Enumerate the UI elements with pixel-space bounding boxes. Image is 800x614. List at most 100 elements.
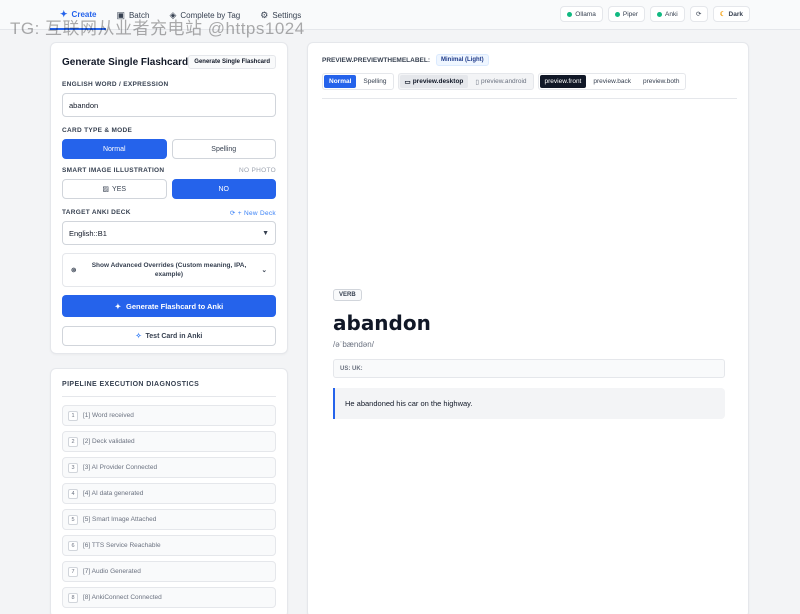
generate-single-header-button[interactable]: Generate Single Flashcard — [188, 55, 276, 69]
preview-theme-row: PREVIEW.PREVIEWTHEMELABEL: Minimal (Ligh… — [322, 53, 734, 67]
audio-row[interactable]: US: UK: — [333, 359, 725, 378]
tag-icon: ◈ — [169, 9, 177, 20]
image-status-meta: NO PHOTO — [239, 167, 276, 174]
status-ollama[interactable]: Ollama — [560, 6, 603, 22]
diagnostic-step: 5 [5] Smart Image Attached — [62, 509, 276, 530]
card-type-normal-button[interactable]: Normal — [62, 139, 167, 159]
top-navigation-bar: ✦ Create ▣ Batch ◈ Complete by Tag ⚙ Set… — [0, 0, 800, 30]
preview-theme-label: PREVIEW.PREVIEWTHEMELABEL: — [322, 56, 430, 64]
word-input[interactable]: abandon — [62, 93, 276, 117]
step-number-badge: 7 — [68, 566, 78, 577]
diagnostics-title: PIPELINE EXECUTION DIAGNOSTICS — [62, 381, 276, 397]
test-card-button[interactable]: ✧ Test Card in Anki — [62, 326, 276, 346]
step-number-badge: 6 — [68, 540, 78, 551]
refresh-icon: ⟳ — [229, 210, 236, 217]
part-of-speech-badge: VERB — [333, 289, 362, 301]
preview-both-button[interactable]: preview.both — [638, 75, 685, 88]
preview-desktop-label: preview.desktop — [412, 78, 464, 85]
preview-desktop-button[interactable]: ▭ preview.desktop — [399, 75, 469, 88]
status-piper[interactable]: Piper — [607, 6, 646, 22]
preview-front-button[interactable]: preview.front — [539, 75, 587, 88]
status-piper-label: Piper — [622, 10, 639, 18]
step-number-badge: 4 — [68, 488, 78, 499]
refresh-icon: ⟳ — [695, 11, 702, 18]
preview-normal-button[interactable]: Normal — [324, 75, 357, 88]
diagnostics-list: 1 [1] Word received 2 [2] Deck validated… — [62, 405, 276, 608]
diagnostic-step: 8 [8] AnkiConnect Connected — [62, 587, 276, 608]
diagnostic-step: 3 [3] AI Provider Connected — [62, 457, 276, 478]
tab-create[interactable]: ✦ Create — [50, 0, 107, 30]
preview-spelling-button[interactable]: Spelling — [358, 75, 391, 88]
preview-mode-toggle: Normal Spelling — [322, 73, 394, 90]
tab-batch[interactable]: ▣ Batch — [106, 0, 159, 30]
sparkle-icon: ✦ — [60, 8, 68, 19]
step-number-badge: 2 — [68, 436, 78, 447]
status-dot-icon — [567, 11, 573, 17]
generate-flashcard-button[interactable]: ✦ Generate Flashcard to Anki — [62, 295, 276, 317]
preview-android-button[interactable]: ▯ preview.android — [470, 75, 531, 88]
moon-icon: ☾ — [719, 11, 726, 18]
gear-icon: ⚙ — [260, 9, 269, 20]
step-number-badge: 1 — [68, 410, 78, 421]
diagnostic-step-label: [7] Audio Generated — [83, 568, 141, 575]
diagnostic-step: 2 [2] Deck validated — [62, 431, 276, 452]
generate-flashcard-label: Generate Flashcard to Anki — [126, 301, 224, 311]
image-option-label: SMART IMAGE ILLUSTRATION NO PHOTO — [62, 167, 276, 176]
phone-icon: ▯ — [475, 78, 479, 86]
card-word: abandon — [333, 311, 431, 335]
tab-settings[interactable]: ⚙ Settings — [250, 0, 311, 30]
monitor-icon: ▭ — [404, 78, 411, 86]
diagnostic-step-label: [1] Word received — [83, 412, 134, 419]
flashcard-preview: VERB abandon /əˈbændən/ US: UK: He aband… — [333, 289, 725, 419]
tab-complete-by-tag[interactable]: ◈ Complete by Tag — [159, 0, 250, 30]
deck-select-value: English::B1 — [69, 228, 107, 238]
image-no-button[interactable]: NO — [171, 179, 276, 199]
advanced-overrides-label: Show Advanced Overrides (Custom meaning,… — [91, 261, 247, 278]
card-preview-panel: PREVIEW.PREVIEWTHEMELABEL: Minimal (Ligh… — [307, 42, 749, 614]
new-deck-label: + New Deck — [237, 210, 276, 217]
single-flashcard-panel: Generate Single Flashcard Generate Singl… — [50, 42, 288, 354]
tab-batch-label: Batch — [128, 10, 150, 20]
status-dot-icon — [657, 11, 663, 17]
image-yes-button[interactable]: ▨ YES — [62, 179, 167, 199]
theme-selector[interactable]: Minimal (Light) — [435, 54, 489, 66]
new-deck-link[interactable]: ⟳ + New Deck — [230, 209, 276, 218]
status-ollama-label: Ollama — [575, 10, 596, 18]
test-card-label: Test Card in Anki — [145, 332, 203, 340]
audio-labels: US: UK: — [340, 365, 363, 372]
diagnostic-step-label: [2] Deck validated — [83, 438, 135, 445]
tab-complete-by-tag-label: Complete by Tag — [180, 10, 241, 20]
settings-dial-icon: ⊚ — [71, 267, 77, 274]
preview-side-toggle: preview.front preview.back preview.both — [537, 73, 687, 90]
card-type-label: CARD TYPE & MODE — [62, 127, 276, 136]
panel-title: Generate Single Flashcard — [62, 56, 189, 68]
word-field-label-text: ENGLISH WORD / EXPRESSION — [62, 81, 169, 88]
preview-controls: Normal Spelling ▭ preview.desktop ▯ prev… — [322, 73, 737, 99]
refresh-button[interactable]: ⟳ — [689, 6, 708, 22]
tab-create-label: Create — [71, 9, 97, 19]
sparkle-icon: ✧ — [135, 333, 142, 340]
status-anki-label: Anki — [665, 10, 678, 18]
pipeline-diagnostics-panel: PIPELINE EXECUTION DIAGNOSTICS 1 [1] Wor… — [50, 368, 288, 614]
dark-mode-toggle[interactable]: ☾ Dark — [712, 6, 750, 22]
status-dot-icon — [614, 11, 620, 17]
preview-device-toggle: ▭ preview.desktop ▯ preview.android — [397, 73, 534, 90]
deck-select[interactable]: English::B1 ▼ — [62, 221, 276, 245]
image-option-label-text: SMART IMAGE ILLUSTRATION — [62, 167, 165, 174]
diagnostic-step: 4 [4] AI data generated — [62, 483, 276, 504]
card-type-label-text: CARD TYPE & MODE — [62, 127, 133, 134]
preview-back-button[interactable]: preview.back — [588, 75, 636, 88]
sparkle-icon: ✦ — [114, 301, 122, 311]
card-type-spelling-button[interactable]: Spelling — [171, 139, 276, 159]
preview-android-label: preview.android — [480, 78, 527, 85]
chevron-down-icon: ⌄ — [261, 267, 267, 274]
step-number-badge: 3 — [68, 462, 78, 473]
advanced-overrides-toggle[interactable]: ⊚ Show Advanced Overrides (Custom meanin… — [62, 253, 276, 287]
word-field-label: ENGLISH WORD / EXPRESSION — [62, 81, 276, 90]
status-anki[interactable]: Anki — [650, 6, 685, 22]
diagnostic-step-label: [4] AI data generated — [83, 490, 144, 497]
service-status-group: Ollama Piper Anki ⟳ ☾ Dark — [560, 6, 750, 22]
deck-label-text: TARGET ANKI DECK — [62, 209, 131, 216]
diagnostic-step-label: [6] TTS Service Reachable — [83, 542, 161, 549]
diagnostic-step: 6 [6] TTS Service Reachable — [62, 535, 276, 556]
